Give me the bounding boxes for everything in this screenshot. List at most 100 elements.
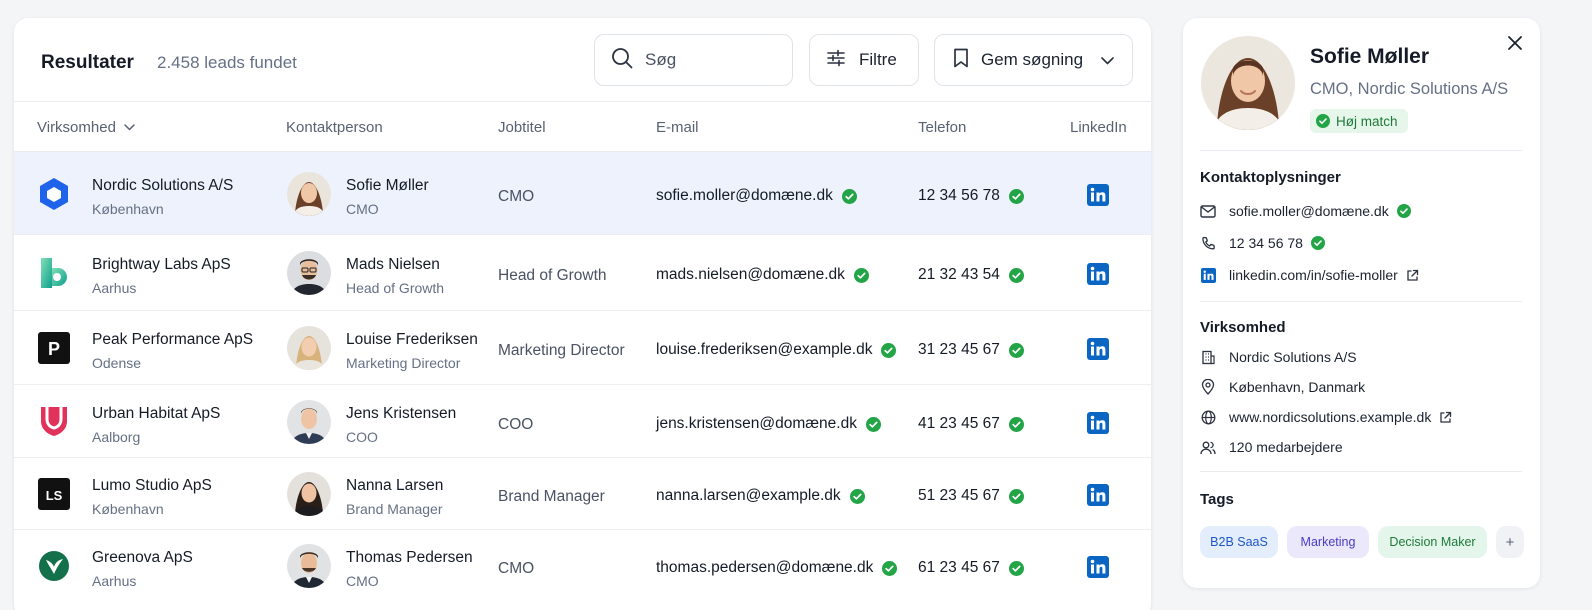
contact-detail-panel: Sofie Møller CMO, Nordic Solutions A/S H… bbox=[1183, 18, 1540, 588]
contact-name[interactable]: Thomas Pedersen bbox=[346, 549, 473, 567]
contact-name[interactable]: Jens Kristensen bbox=[346, 405, 456, 423]
table-row[interactable]: Greenova ApS Aarhus Thomas Pedersen CMO … bbox=[14, 530, 1151, 606]
avatar bbox=[287, 251, 331, 295]
email-address[interactable]: thomas.pedersen@domæne.dk bbox=[656, 559, 873, 577]
avatar bbox=[287, 472, 331, 516]
email-address[interactable]: sofie.moller@domæne.dk bbox=[656, 187, 833, 205]
company-city: København bbox=[92, 201, 164, 217]
company-name[interactable]: Lumo Studio ApS bbox=[92, 477, 212, 495]
verified-check-icon bbox=[1396, 204, 1411, 218]
close-icon[interactable] bbox=[1506, 34, 1524, 52]
verified-check-icon bbox=[1008, 342, 1024, 358]
job-title: COO bbox=[498, 416, 534, 433]
contact-email-row[interactable]: sofie.moller@domæne.dk bbox=[1200, 203, 1411, 219]
contact-name[interactable]: Mads Nielsen bbox=[346, 256, 440, 274]
phone-number[interactable]: 21 32 43 54 bbox=[918, 266, 1000, 284]
verified-check-icon bbox=[849, 488, 865, 504]
sliders-icon bbox=[827, 49, 845, 72]
column-company-label: Virksomhed bbox=[37, 119, 116, 136]
profile-name: Sofie Møller bbox=[1310, 45, 1430, 68]
column-linkedin[interactable]: LinkedIn bbox=[1070, 119, 1127, 136]
table-row[interactable]: Brightway Labs ApS Aarhus Mads Nielsen H… bbox=[14, 235, 1151, 311]
contact-phone[interactable]: 12 34 56 78 bbox=[1229, 235, 1303, 251]
tag-decision-maker[interactable]: Decision Maker bbox=[1378, 526, 1487, 558]
contact-email[interactable]: sofie.moller@domæne.dk bbox=[1229, 203, 1389, 219]
phone-number[interactable]: 12 34 56 78 bbox=[918, 187, 1000, 205]
phone-number[interactable]: 31 23 45 67 bbox=[918, 341, 1000, 359]
phone-cell[interactable]: 61 23 45 67 bbox=[918, 559, 1024, 577]
table-row[interactable]: LS Lumo Studio ApS København Nanna Larse… bbox=[14, 458, 1151, 530]
email-address[interactable]: louise.frederiksen@example.dk bbox=[656, 341, 872, 359]
table-row[interactable]: P Peak Performance ApS Odense Louise Fre… bbox=[14, 311, 1151, 385]
phone-number[interactable]: 41 23 45 67 bbox=[918, 415, 1000, 433]
verified-check-icon bbox=[1008, 488, 1024, 504]
results-count: 2.458 leads fundet bbox=[157, 53, 297, 72]
company-name[interactable]: Nordic Solutions A/S bbox=[92, 177, 233, 195]
email-cell[interactable]: jens.kristensen@domæne.dk bbox=[656, 415, 881, 433]
company-employees-row: 120 medarbejdere bbox=[1200, 439, 1343, 455]
contact-linkedin[interactable]: linkedin.com/in/sofie-moller bbox=[1229, 267, 1398, 283]
company-name[interactable]: Peak Performance ApS bbox=[92, 331, 253, 349]
verified-check-icon bbox=[1008, 416, 1024, 432]
column-job[interactable]: Jobtitel bbox=[498, 119, 546, 136]
add-tag-button[interactable]: + bbox=[1496, 526, 1524, 558]
email-cell[interactable]: nanna.larsen@example.dk bbox=[656, 487, 865, 505]
company-name: Nordic Solutions A/S bbox=[1229, 349, 1357, 365]
linkedin-icon[interactable] bbox=[1087, 556, 1109, 578]
email-cell[interactable]: thomas.pedersen@domæne.dk bbox=[656, 559, 898, 577]
company-section-heading: Virksomhed bbox=[1200, 319, 1286, 336]
verified-check-icon bbox=[1310, 236, 1325, 250]
table-row[interactable]: Nordic Solutions A/S København Sofie Møl… bbox=[14, 152, 1151, 235]
company-location: København, Danmark bbox=[1229, 379, 1366, 395]
column-contact[interactable]: Kontaktperson bbox=[286, 119, 383, 136]
company-name[interactable]: Greenova ApS bbox=[92, 549, 193, 567]
tag-marketing[interactable]: Marketing bbox=[1287, 526, 1369, 558]
phone-cell[interactable]: 21 32 43 54 bbox=[918, 266, 1024, 284]
contact-name[interactable]: Sofie Møller bbox=[346, 177, 429, 195]
linkedin-icon[interactable] bbox=[1087, 184, 1109, 206]
phone-number[interactable]: 51 23 45 67 bbox=[918, 487, 1000, 505]
email-address[interactable]: jens.kristensen@domæne.dk bbox=[656, 415, 857, 433]
linkedin-icon[interactable] bbox=[1087, 484, 1109, 506]
linkedin-icon[interactable] bbox=[1087, 263, 1109, 285]
phone-number[interactable]: 61 23 45 67 bbox=[918, 559, 1000, 577]
email-cell[interactable]: louise.frederiksen@example.dk bbox=[656, 341, 897, 359]
table-row[interactable]: Urban Habitat ApS Aalborg Jens Kristense… bbox=[14, 385, 1151, 458]
chevron-down-icon[interactable] bbox=[1101, 50, 1114, 70]
save-search-label: Gem søgning bbox=[981, 50, 1084, 69]
verified-check-icon bbox=[1008, 188, 1024, 204]
verified-check-icon bbox=[865, 416, 881, 432]
contact-name[interactable]: Nanna Larsen bbox=[346, 477, 443, 495]
company-name[interactable]: Brightway Labs ApS bbox=[92, 256, 231, 274]
email-address[interactable]: mads.nielsen@domæne.dk bbox=[656, 266, 845, 284]
tag-b2b-saas[interactable]: B2B SaaS bbox=[1200, 526, 1278, 558]
contact-name[interactable]: Louise Frederiksen bbox=[346, 331, 478, 349]
phone-cell[interactable]: 51 23 45 67 bbox=[918, 487, 1024, 505]
save-search-button[interactable]: Gem søgning bbox=[934, 34, 1133, 86]
contact-phone-row[interactable]: 12 34 56 78 bbox=[1200, 235, 1325, 251]
external-link-icon[interactable] bbox=[1439, 411, 1452, 424]
company-city: København bbox=[92, 501, 164, 517]
column-email[interactable]: E-mail bbox=[656, 119, 699, 136]
email-cell[interactable]: mads.nielsen@domæne.dk bbox=[656, 266, 869, 284]
email-address[interactable]: nanna.larsen@example.dk bbox=[656, 487, 841, 505]
filter-button[interactable]: Filtre bbox=[809, 34, 919, 86]
column-company[interactable]: Virksomhed bbox=[37, 119, 135, 136]
company-website-row[interactable]: www.nordicsolutions.example.dk bbox=[1200, 409, 1452, 425]
column-phone[interactable]: Telefon bbox=[918, 119, 966, 136]
contact-linkedin-row[interactable]: linkedin.com/in/sofie-moller bbox=[1200, 267, 1419, 283]
search-box[interactable] bbox=[594, 34, 793, 86]
email-cell[interactable]: sofie.moller@domæne.dk bbox=[656, 187, 857, 205]
linkedin-icon[interactable] bbox=[1087, 338, 1109, 360]
results-card: Resultater 2.458 leads fundet Filtre Gem… bbox=[14, 18, 1151, 610]
phone-cell[interactable]: 31 23 45 67 bbox=[918, 341, 1024, 359]
external-link-icon[interactable] bbox=[1406, 269, 1419, 282]
match-badge: Høj match bbox=[1310, 109, 1408, 133]
search-input[interactable] bbox=[645, 50, 775, 70]
tags-section-heading: Tags bbox=[1200, 491, 1234, 508]
linkedin-icon[interactable] bbox=[1087, 412, 1109, 434]
company-name[interactable]: Urban Habitat ApS bbox=[92, 405, 220, 423]
phone-cell[interactable]: 41 23 45 67 bbox=[918, 415, 1024, 433]
company-website[interactable]: www.nordicsolutions.example.dk bbox=[1229, 409, 1431, 425]
phone-cell[interactable]: 12 34 56 78 bbox=[918, 187, 1024, 205]
